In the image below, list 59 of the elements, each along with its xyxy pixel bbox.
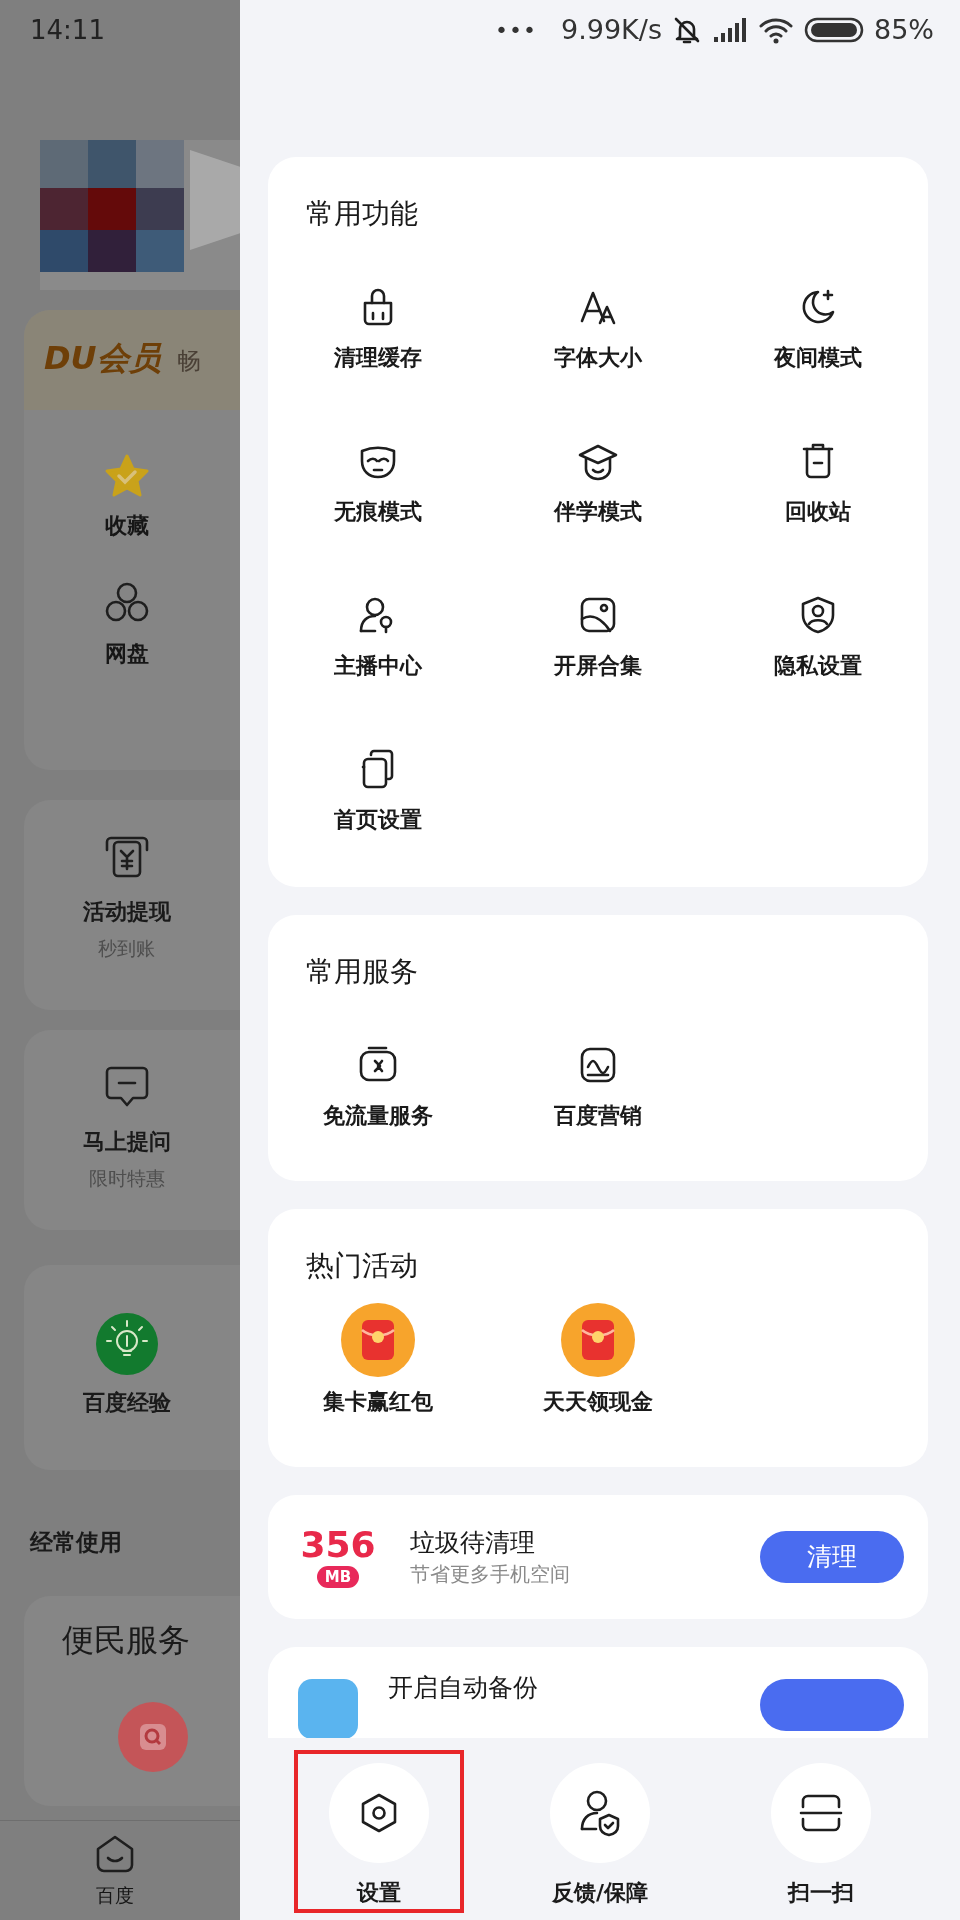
enable-button[interactable]: [760, 1679, 904, 1731]
clock-time: 14:11: [30, 13, 105, 47]
section-title: 常用功能: [305, 196, 419, 229]
more-dots: •••: [495, 16, 537, 45]
action-button[interactable]: 扫一扫: [736, 1750, 907, 1913]
promo-subtitle: 秒到账: [98, 936, 155, 961]
feature-button[interactable]: 免流量服务: [323, 1043, 433, 1131]
promo-title: 马上提问: [82, 1128, 171, 1156]
promo-title: 百度经验: [82, 1389, 171, 1417]
member-tagline: 畅: [176, 346, 201, 377]
member-shortcut[interactable]: 收藏: [101, 452, 152, 540]
service-card[interactable]: 便民服务: [24, 1596, 240, 1806]
feature-button[interactable]: 回收站: [785, 439, 851, 527]
feature-button[interactable]: 隐私设置: [774, 593, 862, 681]
clean-button[interactable]: 清理: [760, 1531, 904, 1583]
cleanup-subtitle: 节省更多手机空间: [410, 1561, 571, 1588]
search-icon: [118, 1702, 188, 1772]
member-shortcut[interactable]: 网盘: [101, 580, 152, 668]
feature-button[interactable]: 清理缓存: [334, 285, 422, 373]
bell-muted-icon: [672, 15, 702, 45]
feature-button[interactable]: 主播中心: [334, 593, 422, 681]
battery-percent: 85%: [874, 12, 934, 47]
feature-button[interactable]: 夜间模式: [774, 285, 862, 373]
feature-button[interactable]: 百度营销: [554, 1043, 642, 1131]
promo-card[interactable]: 活动提现 秒到账: [24, 800, 240, 1010]
feature-button[interactable]: 天天领现金: [543, 1303, 653, 1417]
action-button[interactable]: 反馈/保障: [515, 1750, 685, 1913]
cleanup-title: 垃圾待清理: [410, 1527, 536, 1559]
member-logo: DU会员: [44, 338, 161, 379]
envelope-icon: [561, 1303, 635, 1377]
promo-card[interactable]: 马上提问 限时特惠: [24, 1030, 240, 1230]
backup-title: 开启自动备份: [388, 1673, 539, 1704]
battery-icon: [804, 16, 864, 44]
home-icon: [94, 1833, 136, 1875]
action-button[interactable]: 设置: [293, 1750, 464, 1913]
feature-button[interactable]: 开屏合集: [554, 593, 642, 681]
feature-button[interactable]: 伴学模式: [554, 439, 642, 527]
promo-card[interactable]: 百度经验: [24, 1265, 240, 1470]
lightbulb-icon: [95, 1313, 158, 1375]
nav-tab[interactable]: 百度: [94, 1821, 136, 1920]
section-title: 热门活动: [305, 1248, 419, 1281]
app-icon: [298, 1679, 358, 1738]
section-title: 常用服务: [305, 954, 419, 987]
unit-tag: MB: [316, 1566, 360, 1588]
feature-button[interactable]: 集卡赢红包: [323, 1303, 433, 1417]
promo-subtitle: 限时特惠: [88, 1166, 165, 1191]
signal-icon: [712, 17, 748, 43]
feature-button[interactable]: 无痕模式: [334, 439, 422, 527]
scan-icon: [771, 1763, 872, 1863]
feature-button[interactable]: 首页设置: [334, 747, 422, 835]
wifi-icon: [758, 16, 794, 44]
junk-size: 356: [300, 1526, 376, 1564]
feature-button[interactable]: 字体大小: [554, 285, 642, 373]
network-speed: 9.99K/s: [561, 12, 662, 47]
settings-icon: [328, 1763, 429, 1863]
promo-title: 活动提现: [82, 898, 171, 926]
envelope-icon: [341, 1303, 415, 1377]
section-heading: 经常使用: [30, 1528, 123, 1556]
person-shield-icon: [550, 1763, 650, 1863]
